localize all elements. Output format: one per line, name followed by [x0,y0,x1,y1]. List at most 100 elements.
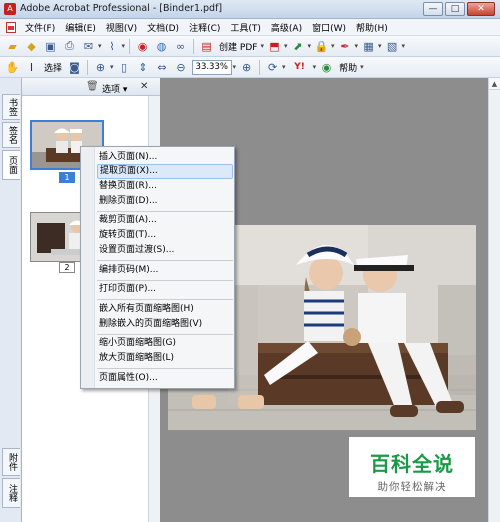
menu-print-pages[interactable]: 打印页面(P)... [97,282,233,297]
select-tool-icon[interactable]: I [23,59,40,75]
menu-edit[interactable]: 编辑(E) [60,21,101,34]
adobe-online-icon[interactable]: ◉ [134,38,151,54]
chevron-down-icon[interactable]: ▾ [260,42,264,50]
hand-tool-icon[interactable]: ✋ [4,59,21,75]
actual-size-icon[interactable]: ▯ [116,59,133,75]
combine-files-icon[interactable]: ⬒ [266,38,283,54]
create-pdf-button[interactable]: 创建 PDF [217,40,259,53]
create-pdf-icon[interactable]: ▤ [198,38,215,54]
zoom-plus-icon[interactable]: ⊕ [238,59,255,75]
chevron-down-icon[interactable]: ▾ [313,63,317,71]
chevron-down-icon[interactable]: ▾ [355,42,359,50]
chevron-down-icon[interactable]: ▾ [360,63,364,71]
tab-comments[interactable]: 注释 [2,478,20,508]
zoom-out-icon[interactable]: ⊖ [173,59,190,75]
basic-toolbar: ✋ I 选择 ◙ ⊕ ▾ ▯ ⇕ ⇔ ⊖ 33.33% ▾ ⊕ ⟳ ▾ Y! ▾ ◉ 帮… [0,57,500,78]
menu-page-transitions[interactable]: 设置页面过渡(S)... [97,243,233,258]
acrobat-app-icon: A [4,3,16,15]
fit-width-icon[interactable]: ⇔ [154,59,171,75]
export-icon[interactable]: ⬈ [289,38,306,54]
document-scrollbar[interactable]: ▲ [488,78,500,522]
maximize-button[interactable]: □ [445,2,465,16]
web-search-icon[interactable]: ◍ [153,38,170,54]
yahoo-toolbar-icon[interactable]: Y! [288,59,312,75]
zoom-in-icon[interactable]: ⊕ [92,59,109,75]
menu-replace-pages[interactable]: 替换页面(R)... [97,179,233,194]
menu-view[interactable]: 视图(V) [101,21,142,34]
select-tool-label[interactable]: 选择 [42,61,64,74]
document-icon [6,21,16,33]
print-icon[interactable]: ⎙ [61,38,78,54]
save-icon[interactable]: ▣ [42,38,59,54]
tab-attachments[interactable]: 附件 [2,448,20,476]
navigation-tab-strip: 书签 签名 页面 附件 注释 [0,78,22,522]
main-toolbar: ▰ ◆ ▣ ⎙ ✉ ▾ ⌇ ▾ ◉ ◍ ∞ ▤ 创建 PDF ▾ ⬒ ▾ ⬈ ▾ 🔒 ▾ ✒… [0,36,500,57]
menu-divider [97,368,233,369]
menu-delete-pages[interactable]: 删除页面(D)... [97,194,233,209]
toolbar-divider [193,38,195,54]
chevron-down-icon[interactable]: ▾ [378,42,382,50]
menu-remove-embedded-thumbnails[interactable]: 删除嵌入的页面缩略图(V) [97,317,233,332]
menu-crop-pages[interactable]: 裁剪页面(A)... [97,213,233,228]
page-number-2[interactable]: 2 [59,262,75,273]
watermark-title: 百科全说 [370,452,454,476]
menu-enlarge-thumbnails[interactable]: 放大页面缩略图(L) [97,351,233,366]
minimize-button[interactable]: — [423,2,443,16]
email-icon[interactable]: ✉ [80,38,97,54]
snapshot-icon[interactable]: ◙ [66,59,83,75]
menu-divider [97,299,233,300]
page-context-menu: 插入页面(N)... 提取页面(X)... 替换页面(R)... 删除页面(D)… [80,146,235,389]
rotate-page-icon[interactable]: ⟳ [264,59,281,75]
close-button[interactable]: ✕ [467,2,495,16]
pages-panel-header: 🗑 选项 ▾ ✕ [22,78,160,96]
help-icon[interactable]: ◉ [318,59,335,75]
menu-rotate-pages[interactable]: 旋转页面(T)... [97,228,233,243]
tab-signatures[interactable]: 签名 [2,122,20,148]
forms-icon[interactable]: ▦ [360,38,377,54]
menu-insert-pages[interactable]: 插入页面(N)... [97,150,233,165]
help-button[interactable]: 帮助 [337,61,359,74]
title-bar: A Adobe Acrobat Professional - [Binder1.… [0,0,500,19]
tab-pages[interactable]: 页面 [2,150,20,180]
binoculars-search-icon[interactable]: ∞ [172,38,189,54]
page-number-1[interactable]: 1 [59,172,75,183]
chevron-down-icon[interactable]: ▾ [282,63,286,71]
menu-extract-pages[interactable]: 提取页面(X)... [97,164,233,179]
scroll-up-icon[interactable]: ▲ [489,78,500,90]
menu-tools[interactable]: 工具(T) [225,21,266,34]
attach-icon[interactable]: ⌇ [104,38,121,54]
chevron-down-icon[interactable]: ▾ [98,42,102,50]
toolbar-divider [129,38,131,54]
zoom-level-field[interactable]: 33.33% [191,59,232,75]
menu-advanced[interactable]: 高级(A) [266,21,307,34]
chevron-down-icon[interactable]: ▾ [110,63,114,71]
menu-divider [97,260,233,261]
tab-bookmarks[interactable]: 书签 [2,94,20,120]
chevron-down-icon[interactable]: ▾ [307,42,311,50]
chevron-down-icon[interactable]: ▾ [331,42,335,50]
watermark-logo: 百科全说 助你轻松解决 [349,437,475,497]
menu-document[interactable]: 文档(D) [142,21,184,34]
options-menu[interactable]: 选项 ▾ [102,82,127,95]
chevron-down-icon[interactable]: ▾ [402,42,406,50]
menu-reduce-thumbnails[interactable]: 缩小页面缩略图(G) [97,336,233,351]
close-panel-icon[interactable]: ✕ [140,81,148,92]
menu-file[interactable]: 文件(F) [20,21,60,34]
trash-icon[interactable]: 🗑 [86,81,99,92]
open-folder-icon[interactable]: ▰ [4,38,21,54]
fit-page-icon[interactable]: ⇕ [135,59,152,75]
sign-pen-icon[interactable]: ✒ [337,38,354,54]
chevron-down-icon[interactable]: ▾ [233,63,237,71]
secure-lock-icon[interactable]: 🔒 [313,38,330,54]
review-icon[interactable]: ▧ [384,38,401,54]
menu-embed-thumbnails[interactable]: 嵌入所有页面缩略图(H) [97,302,233,317]
chevron-down-icon[interactable]: ▾ [284,42,288,50]
organizer-icon[interactable]: ◆ [23,38,40,54]
menu-comments[interactable]: 注释(C) [184,21,225,34]
watermark-subtitle: 助你轻松解决 [377,481,447,493]
menu-page-properties[interactable]: 页面属性(O)... [97,371,233,386]
chevron-down-icon[interactable]: ▾ [122,42,126,50]
menu-number-pages[interactable]: 编排页码(M)... [97,263,233,278]
menu-window[interactable]: 窗口(W) [307,21,351,34]
menu-help[interactable]: 帮助(H) [351,21,393,34]
